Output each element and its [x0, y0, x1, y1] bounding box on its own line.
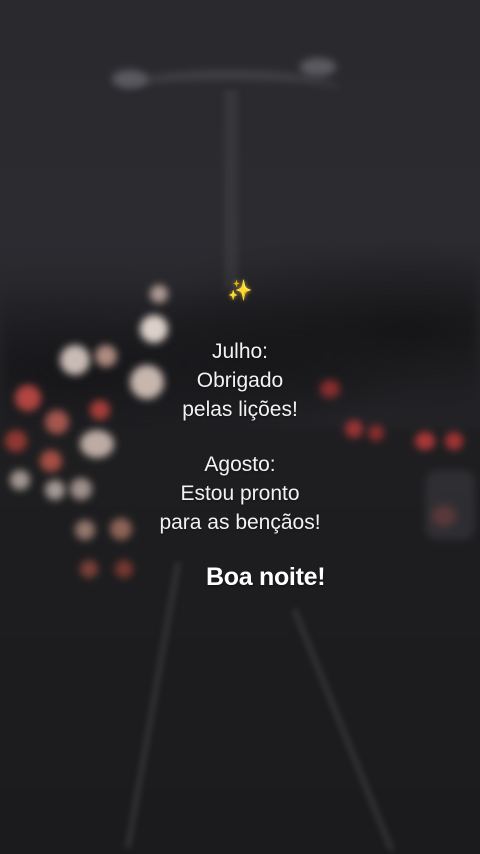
- august-message: Agosto: Estou pronto para as bençãos!: [0, 450, 480, 537]
- july-heading: Julho:: [211, 340, 269, 363]
- bokeh-light: [5, 430, 27, 452]
- bokeh-light: [80, 560, 98, 578]
- bokeh-light: [445, 432, 463, 450]
- sparkles-icon: ✨: [227, 280, 253, 302]
- good-night-caption: Boa noite!: [206, 563, 326, 591]
- august-line-2: para as bençãos!: [159, 511, 321, 534]
- july-line-2: pelas lições!: [182, 398, 298, 421]
- bokeh-light: [368, 425, 384, 441]
- july-message: Julho: Obrigado pelas lições!: [0, 337, 480, 424]
- street-lamp-left: [112, 70, 148, 88]
- bokeh-light: [115, 560, 133, 578]
- bokeh-light: [415, 432, 435, 450]
- august-line-1: Estou pronto: [180, 482, 300, 505]
- background-photo-blurred-road: [0, 0, 480, 854]
- july-line-1: Obrigado: [196, 369, 284, 392]
- video-frame: ✨ Julho: Obrigado pelas lições! Agosto: …: [0, 0, 480, 854]
- street-lamp-right: [300, 58, 336, 76]
- august-heading: Agosto:: [204, 453, 276, 476]
